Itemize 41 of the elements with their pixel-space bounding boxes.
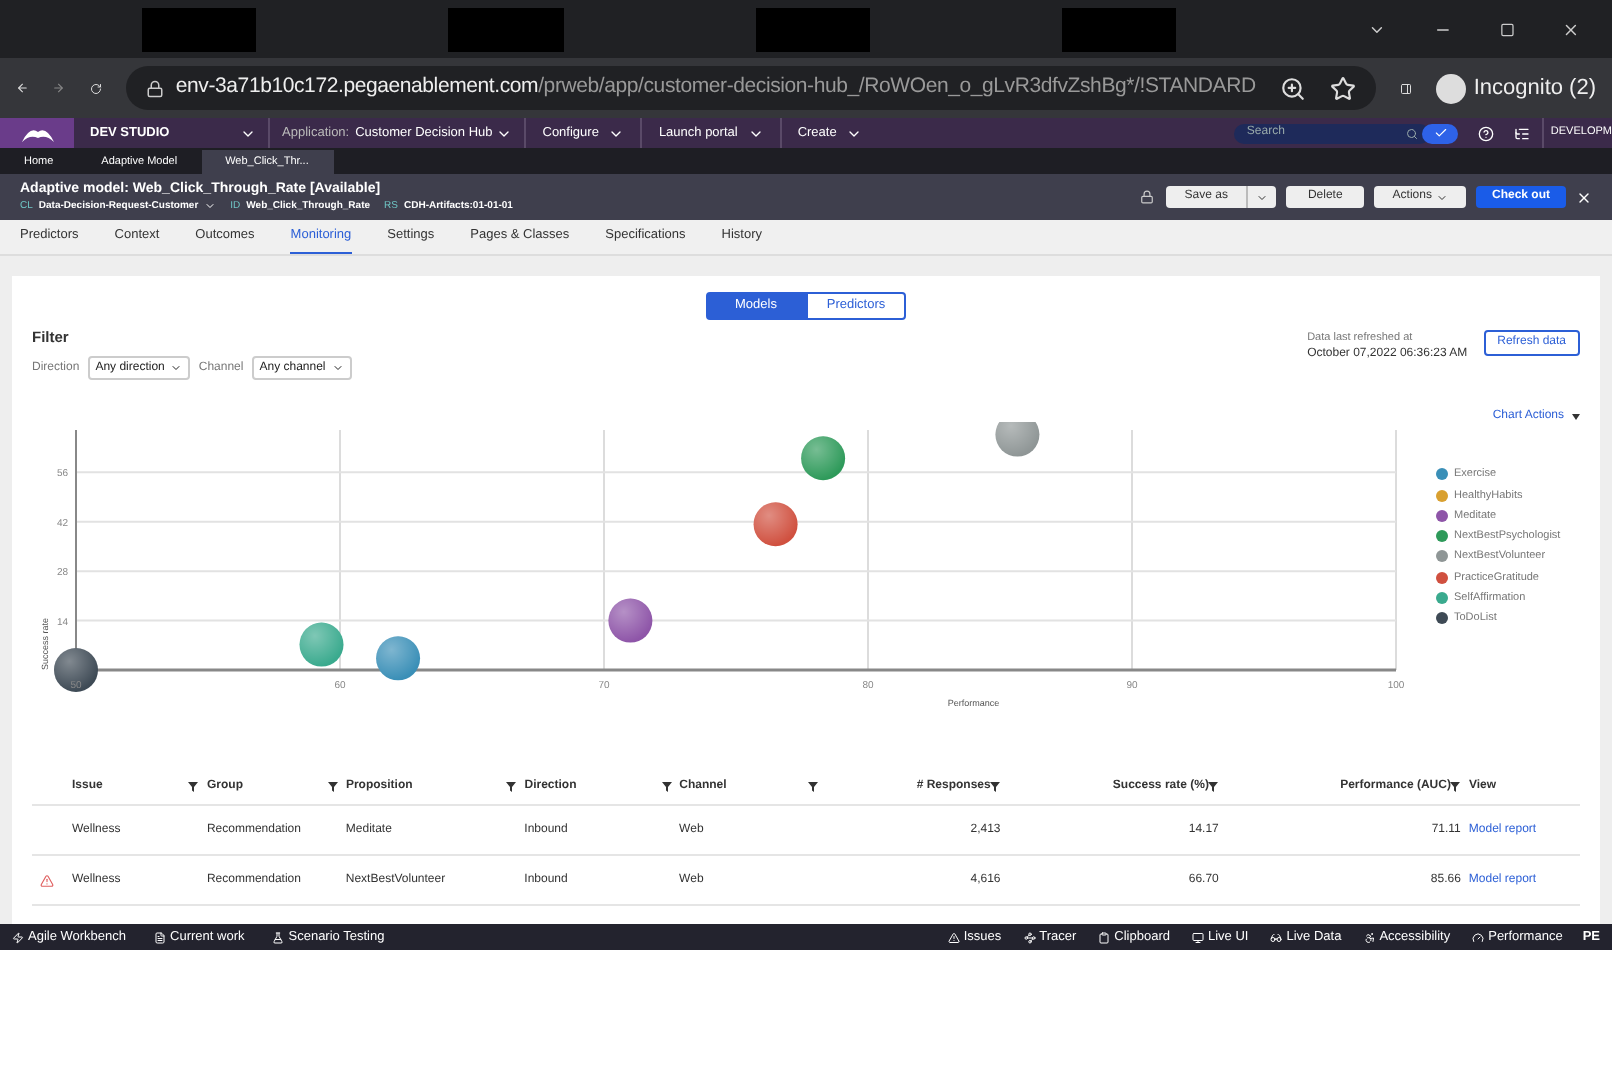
tool-icon bbox=[1472, 931, 1485, 943]
filter-icon[interactable] bbox=[990, 782, 1001, 793]
tool-icon bbox=[1023, 931, 1036, 943]
profile-label[interactable]: Incognito (2) bbox=[1473, 71, 1596, 105]
tool-icon bbox=[1270, 931, 1283, 943]
tool-icon bbox=[12, 931, 24, 943]
chevron-icon bbox=[1435, 191, 1448, 203]
close-icon[interactable] bbox=[1576, 189, 1592, 205]
tool-icon bbox=[1363, 931, 1376, 943]
filter-icon[interactable] bbox=[327, 782, 338, 793]
maximize-icon[interactable] bbox=[1499, 19, 1515, 39]
confirm-button[interactable] bbox=[1422, 123, 1459, 143]
zoom-icon[interactable] bbox=[1279, 75, 1306, 101]
incognito-avatar-icon[interactable] bbox=[1435, 73, 1466, 103]
filter-icon[interactable] bbox=[506, 782, 517, 793]
tool-icon bbox=[1098, 931, 1111, 943]
check-icon bbox=[1433, 126, 1448, 140]
tool-icon bbox=[947, 931, 960, 943]
caret-icon bbox=[1572, 414, 1580, 421]
filter-icon[interactable] bbox=[188, 782, 199, 793]
url-text: env-3a71b10c172.pegaenablement.com/prweb/app/customer-decision-hub_/RoWOen_o_gLvR3dfvZshBg*/!STANDARD bbox=[175, 72, 1256, 103]
lock-icon bbox=[1140, 190, 1155, 204]
chevron-icon bbox=[331, 362, 344, 375]
lock-icon bbox=[145, 79, 164, 97]
filter-icon[interactable] bbox=[808, 782, 819, 793]
tool-icon bbox=[1192, 931, 1204, 943]
address-field[interactable]: env-3a71b10c172.pegaenablement.com/prweb/app/customer-decision-hub_/RoWOen_o_gLvR3dfvZshBg*/!STANDARD bbox=[125, 66, 1376, 110]
filter-icon[interactable] bbox=[661, 782, 672, 793]
chevron-icon bbox=[1255, 191, 1268, 203]
chevron-icon bbox=[170, 362, 183, 375]
tree-icon[interactable] bbox=[1514, 125, 1531, 141]
search-icon bbox=[1406, 127, 1419, 139]
save-as-menu-button[interactable] bbox=[1247, 186, 1276, 208]
tool-icon bbox=[272, 931, 285, 943]
filter-icon[interactable] bbox=[1450, 782, 1461, 793]
app-logo[interactable] bbox=[0, 118, 74, 148]
help-icon[interactable] bbox=[1478, 125, 1495, 141]
logo-icon bbox=[19, 125, 55, 141]
tool-icon bbox=[154, 931, 167, 943]
bookmark-star-icon[interactable] bbox=[1329, 75, 1356, 101]
filter-icon[interactable] bbox=[1208, 782, 1219, 793]
